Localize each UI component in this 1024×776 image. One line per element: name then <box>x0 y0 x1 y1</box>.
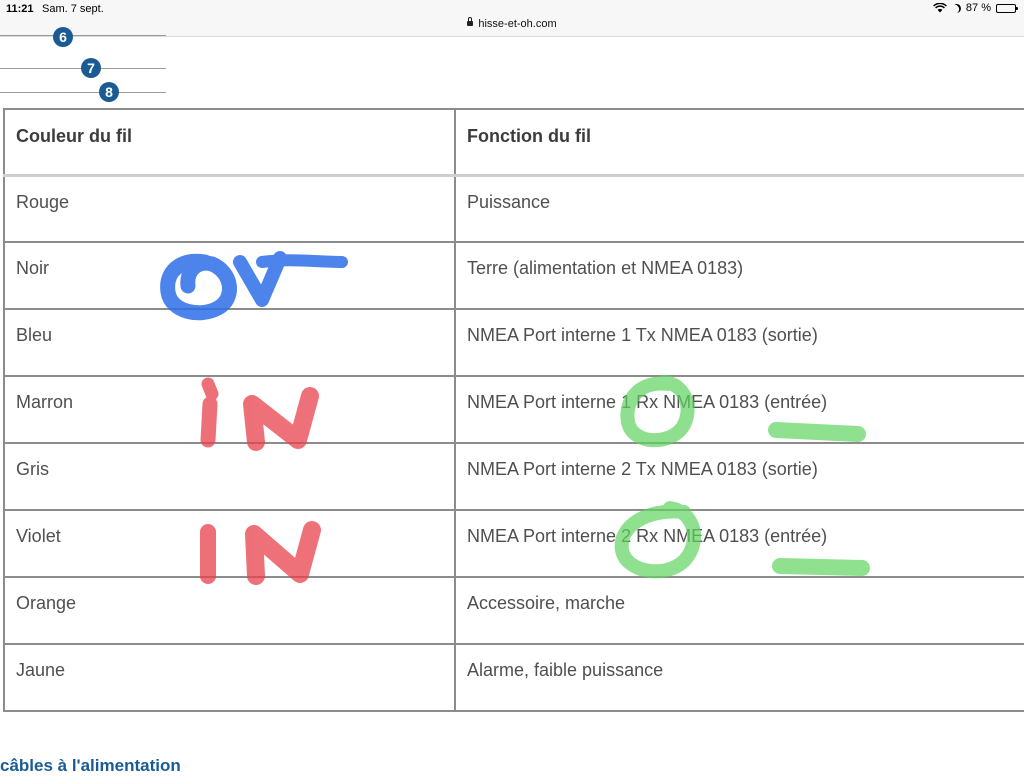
table-row: Bleu NMEA Port interne 1 Tx NMEA 0183 (s… <box>3 308 1024 377</box>
url-text[interactable]: hisse-et-oh.com <box>478 18 556 30</box>
table-row: Rouge Puissance <box>3 174 1024 243</box>
wire-function-cell: Alarme, faible puissance <box>454 643 1024 712</box>
wire-color-cell: Orange <box>3 576 455 645</box>
battery-icon <box>996 3 1018 13</box>
wire-color-cell: Gris <box>3 442 455 511</box>
table-row: Violet NMEA Port interne 2 Rx NMEA 0183 … <box>3 509 1024 578</box>
table-row: Orange Accessoire, marche <box>3 576 1024 645</box>
wire-function-cell: NMEA Port interne 2 Rx NMEA 0183 (entrée… <box>454 509 1024 578</box>
wire-color-cell: Noir <box>3 241 455 310</box>
header-wire-function: Fonction du fil <box>454 108 1024 177</box>
wire-function-cell: NMEA Port interne 1 Rx NMEA 0183 (entrée… <box>454 375 1024 444</box>
status-date: Sam. 7 sept. <box>42 3 104 15</box>
step-line-6 <box>0 35 166 36</box>
wire-function-cell: Puissance <box>454 174 1024 243</box>
status-indicators: 87 % <box>932 2 1018 14</box>
table-row: Jaune Alarme, faible puissance <box>3 643 1024 712</box>
lock-icon <box>467 16 474 26</box>
status-time: 11:21 <box>6 3 34 15</box>
step-line-8 <box>0 92 166 93</box>
address-bar[interactable]: hisse-et-oh.com <box>0 16 1024 30</box>
step-badge-8: 8 <box>99 82 119 102</box>
moon-icon <box>951 2 963 14</box>
wire-color-cell: Bleu <box>3 308 455 377</box>
step-badge-6: 6 <box>53 27 73 47</box>
section-link-power-cables[interactable]: câbles à l'alimentation <box>0 756 181 776</box>
status-bar: 11:21 Sam. 7 sept. hisse-et-oh.com 87 % <box>0 0 1024 37</box>
wire-function-cell: Terre (alimentation et NMEA 0183) <box>454 241 1024 310</box>
wire-color-cell: Violet <box>3 509 455 578</box>
wire-table: Couleur du fil Fonction du fil Rouge Pui… <box>3 108 1024 712</box>
wire-color-cell: Rouge <box>3 174 455 243</box>
wire-function-cell: Accessoire, marche <box>454 576 1024 645</box>
wire-function-cell: NMEA Port interne 2 Tx NMEA 0183 (sortie… <box>454 442 1024 511</box>
step-badge-7: 7 <box>81 58 101 78</box>
table-row: Gris NMEA Port interne 2 Tx NMEA 0183 (s… <box>3 442 1024 511</box>
wire-color-cell: Marron <box>3 375 455 444</box>
table-row: Noir Terre (alimentation et NMEA 0183) <box>3 241 1024 310</box>
table-header-row: Couleur du fil Fonction du fil <box>3 108 1024 177</box>
header-wire-color: Couleur du fil <box>3 108 455 177</box>
battery-percent: 87 % <box>965 2 991 14</box>
wire-color-cell: Jaune <box>3 643 455 712</box>
wire-function-cell: NMEA Port interne 1 Tx NMEA 0183 (sortie… <box>454 308 1024 377</box>
table-row: Marron NMEA Port interne 1 Rx NMEA 0183 … <box>3 375 1024 444</box>
wifi-icon <box>932 3 947 13</box>
